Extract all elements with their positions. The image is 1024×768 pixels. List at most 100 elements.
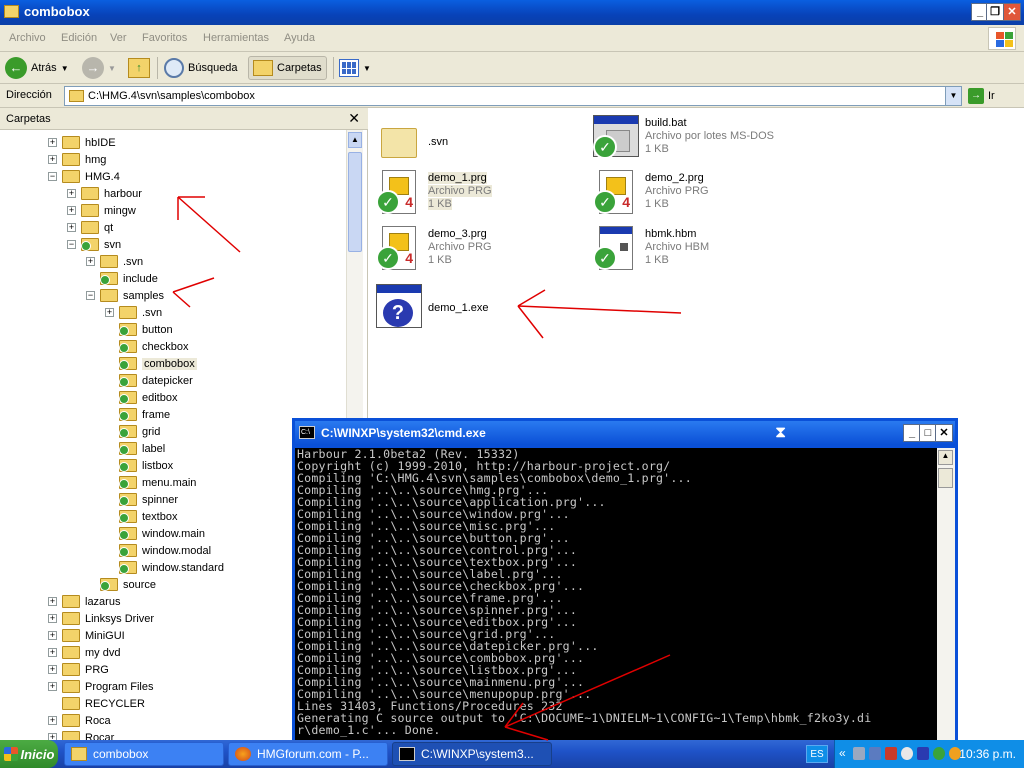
file-item[interactable]: 4 ✓ demo_3.prg Archivo PRG 1 KB	[376, 226, 586, 274]
scroll-thumb[interactable]	[938, 468, 953, 488]
up-folder-button[interactable]: ↑	[128, 56, 150, 80]
search-button[interactable]: Búsqueda	[164, 56, 238, 80]
expand-icon[interactable]: +	[67, 189, 76, 198]
menu-item-ayuda[interactable]: Ayuda	[284, 32, 315, 44]
window-title-bar[interactable]: combobox _ ❐ ✕	[0, 0, 1024, 25]
expand-icon[interactable]: +	[48, 682, 57, 691]
tree-node[interactable]: window.main	[119, 525, 205, 542]
expand-icon[interactable]: +	[105, 308, 114, 317]
tree-node[interactable]: window.modal	[119, 542, 211, 559]
tree-node[interactable]: hbIDE	[62, 134, 116, 151]
scroll-up-icon[interactable]: ▲	[938, 450, 953, 465]
tray-expand-icon[interactable]: «	[839, 746, 846, 760]
collapse-icon[interactable]: −	[67, 240, 76, 249]
start-button[interactable]: Inicio	[0, 740, 58, 768]
task-cmd[interactable]: C:\WINXP\system3...	[392, 742, 552, 766]
collapse-icon[interactable]: −	[86, 291, 95, 300]
tree-node[interactable]: qt	[81, 219, 113, 236]
tree-node[interactable]: PRG	[62, 661, 109, 678]
expand-icon[interactable]: +	[48, 155, 57, 164]
menu-item-herramientas[interactable]: Herramientas	[203, 32, 269, 44]
tree-node[interactable]: spinner	[119, 491, 178, 508]
tree-node[interactable]: source	[100, 576, 156, 593]
tree-node[interactable]: harbour	[81, 185, 142, 202]
expand-icon[interactable]: +	[86, 257, 95, 266]
folders-button[interactable]: Carpetas	[248, 56, 327, 80]
address-input[interactable]: C:\HMG.4\svn\samples\combobox ▼	[64, 86, 962, 106]
tree-node[interactable]: Roca	[62, 712, 111, 729]
restore-button[interactable]: ❐	[986, 3, 1004, 21]
cmd-scrollbar[interactable]: ▲	[937, 448, 955, 740]
tree-node[interactable]: Linksys Driver	[62, 610, 154, 627]
tree-node[interactable]: combobox	[119, 355, 197, 372]
go-button[interactable]: → Ir	[968, 86, 1018, 106]
tree-node[interactable]: listbox	[119, 457, 173, 474]
file-item[interactable]: ✓ hbmk.hbm Archivo HBM 1 KB	[593, 226, 803, 274]
expand-icon[interactable]: +	[48, 665, 57, 674]
bluetooth-icon[interactable]	[917, 747, 929, 760]
menu-item-archivo[interactable]: Archivo	[9, 32, 46, 44]
cmd-title-bar[interactable]: C:\ C:\WINXP\system32\cmd.exe ⧗ _ □ ✕	[295, 421, 955, 445]
scroll-up-icon[interactable]: ▲	[348, 132, 362, 148]
tree-node[interactable]: button	[119, 321, 173, 338]
forward-button[interactable]: → ▼	[82, 56, 116, 80]
tree-node[interactable]: grid	[119, 423, 160, 440]
antivirus-icon[interactable]	[933, 747, 945, 760]
cmd-output[interactable]: Harbour 2.1.0beta2 (Rev. 15332) Copyright…	[295, 448, 937, 740]
expand-icon[interactable]: +	[48, 648, 57, 657]
close-button[interactable]: ✕	[1003, 3, 1021, 21]
views-button[interactable]: ▼	[339, 56, 371, 80]
tree-node[interactable]: MiniGUI	[62, 627, 125, 644]
expand-icon[interactable]: +	[48, 597, 57, 606]
expand-icon[interactable]: +	[48, 631, 57, 640]
scroll-thumb[interactable]	[348, 152, 362, 252]
speaker-icon[interactable]	[901, 747, 913, 760]
file-item[interactable]: 4 ✓ demo_1.prg Archivo PRG 1 KB	[376, 170, 586, 218]
security-icon[interactable]	[885, 747, 897, 760]
close-icon[interactable]: ✕	[348, 110, 360, 127]
tree-node[interactable]: menu.main	[119, 474, 196, 491]
file-item[interactable]: .svn	[376, 118, 586, 166]
expand-icon[interactable]: +	[48, 614, 57, 623]
tree-node[interactable]: datepicker	[119, 372, 193, 389]
task-firefox[interactable]: HMGforum.com - P...	[228, 742, 388, 766]
expand-icon[interactable]: +	[48, 733, 57, 740]
tree-node[interactable]: checkbox	[119, 338, 188, 355]
tree-node[interactable]: hmg	[62, 151, 106, 168]
tree-node[interactable]: label	[119, 440, 165, 457]
file-item[interactable]: ✓ build.bat Archivo por lotes MS-DOS 1 KB	[593, 115, 803, 163]
tree-node[interactable]: Rocar	[62, 729, 114, 740]
tree-node[interactable]: include	[100, 270, 158, 287]
cmd-window[interactable]: C:\ C:\WINXP\system32\cmd.exe ⧗ _ □ ✕ Ha…	[292, 418, 958, 740]
tree-node[interactable]: mingw	[81, 202, 136, 219]
tree-node[interactable]: svn	[81, 236, 121, 253]
file-item[interactable]: 4 ✓ demo_2.prg Archivo PRG 1 KB	[593, 170, 803, 218]
tree-node[interactable]: HMG.4	[62, 168, 120, 185]
tree-node[interactable]: frame	[119, 406, 170, 423]
tree-node[interactable]: .svn	[100, 253, 143, 270]
tree-node[interactable]: .svn	[119, 304, 162, 321]
tree-node[interactable]: lazarus	[62, 593, 120, 610]
tree-node[interactable]: window.standard	[119, 559, 224, 576]
tree-node[interactable]: textbox	[119, 508, 177, 525]
expand-icon[interactable]: +	[67, 206, 76, 215]
collapse-icon[interactable]: −	[48, 172, 57, 181]
expand-icon[interactable]: +	[48, 138, 57, 147]
tree-node[interactable]: my dvd	[62, 644, 120, 661]
file-item[interactable]: ? demo_1.exe	[376, 284, 586, 332]
expand-icon[interactable]: +	[48, 716, 57, 725]
back-button[interactable]: ← Atrás ▼	[5, 56, 69, 80]
tree-node[interactable]: editbox	[119, 389, 177, 406]
menu-item-edicion[interactable]: Edición	[61, 32, 97, 44]
monitor-icon[interactable]	[869, 747, 881, 760]
chevron-down-icon[interactable]: ▼	[945, 87, 961, 105]
expand-icon[interactable]: +	[67, 223, 76, 232]
tree-node[interactable]: samples	[100, 287, 164, 304]
task-combobox[interactable]: combobox	[64, 742, 224, 766]
tree-node[interactable]: Program Files	[62, 678, 153, 695]
menu-item-ver[interactable]: Ver	[110, 32, 127, 44]
language-indicator[interactable]: ES	[806, 745, 828, 763]
menu-item-favoritos[interactable]: Favoritos	[142, 32, 187, 44]
network-icon[interactable]	[853, 747, 865, 760]
tree-node[interactable]: RECYCLER	[62, 695, 145, 712]
